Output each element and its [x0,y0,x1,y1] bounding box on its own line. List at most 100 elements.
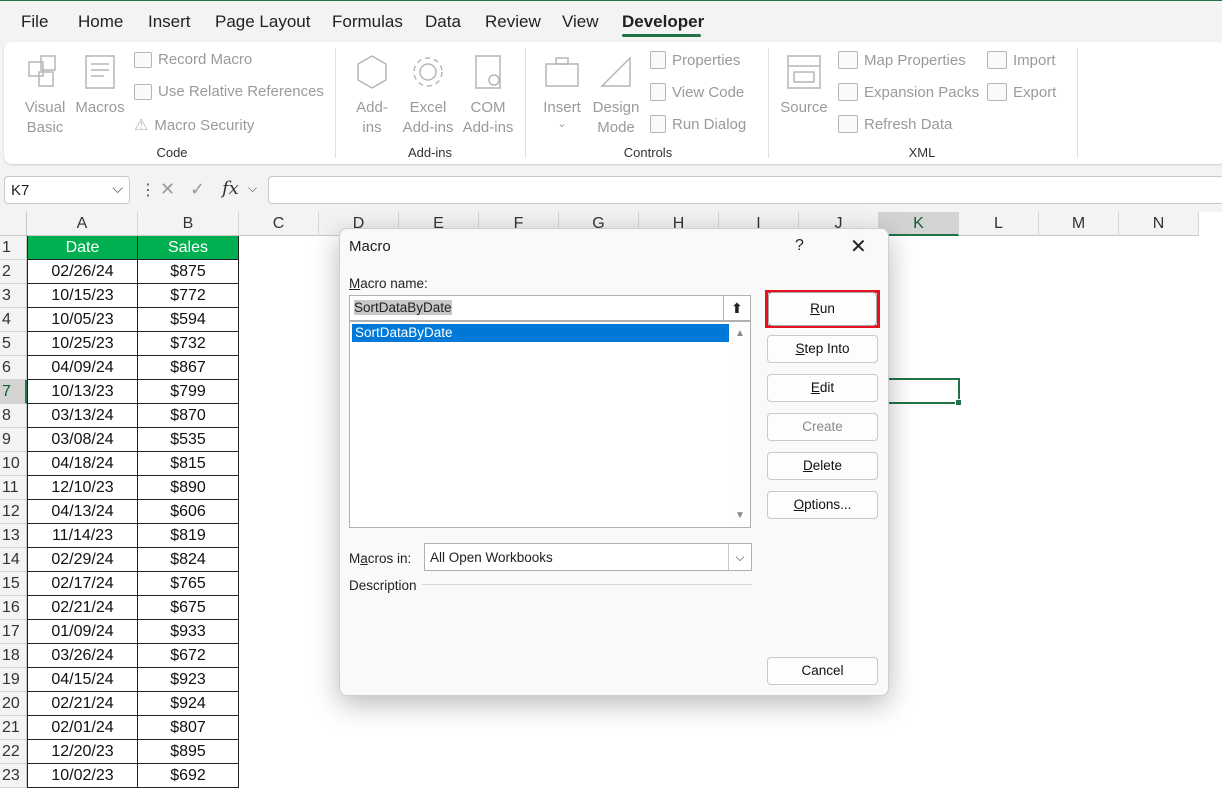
table-cell[interactable]: $675 [138,596,239,620]
table-cell[interactable]: 10/15/23 [27,284,138,308]
table-cell[interactable]: $672 [138,644,239,668]
table-cell[interactable]: 02/17/24 [27,572,138,596]
table-cell[interactable]: $824 [138,548,239,572]
row-header-7[interactable]: 7 [0,380,27,404]
table-cell[interactable]: $807 [138,716,239,740]
more-icon[interactable]: ⋮ [140,180,156,200]
edit-button[interactable]: Edit [767,374,878,402]
map-properties-button[interactable]: Map Properties [838,51,966,69]
header-cell[interactable]: Date [27,236,138,260]
import-button[interactable]: Import [987,51,1056,69]
row-header-13[interactable]: 13 [0,524,27,548]
export-button[interactable]: Export [987,83,1056,101]
row-header-6[interactable]: 6 [0,356,27,380]
list-item[interactable]: SortDataByDate [352,324,729,342]
header-cell[interactable]: Sales [138,236,239,260]
scrollbar[interactable]: ▲ ▼ [730,322,750,527]
table-cell[interactable]: $923 [138,668,239,692]
table-cell[interactable]: 10/02/23 [27,764,138,788]
table-cell[interactable]: 02/26/24 [27,260,138,284]
options-button[interactable]: Options... [767,491,878,519]
table-cell[interactable]: 03/26/24 [27,644,138,668]
row-header-23[interactable]: 23 [0,764,27,788]
properties-button[interactable]: Properties [650,51,740,69]
row-header-19[interactable]: 19 [0,668,27,692]
use-relative-references-button[interactable]: Use Relative References [134,83,324,100]
source-button[interactable]: Source [778,52,830,118]
table-cell[interactable]: $772 [138,284,239,308]
table-cell[interactable]: 01/09/24 [27,620,138,644]
expansion-packs-button[interactable]: Expansion Packs [838,83,979,101]
enter-icon[interactable]: ✓ [190,179,205,200]
row-header-16[interactable]: 16 [0,596,27,620]
table-cell[interactable]: $875 [138,260,239,284]
table-cell[interactable]: 10/05/23 [27,308,138,332]
table-cell[interactable]: 03/13/24 [27,404,138,428]
table-cell[interactable]: $535 [138,428,239,452]
active-cell-k7[interactable] [880,378,962,406]
table-cell[interactable]: $692 [138,764,239,788]
row-header-12[interactable]: 12 [0,500,27,524]
design-mode-button[interactable]: Design Mode [590,52,642,138]
table-cell[interactable]: 10/13/23 [27,380,138,404]
row-header-20[interactable]: 20 [0,692,27,716]
table-cell[interactable]: 04/15/24 [27,668,138,692]
tab-insert[interactable]: Insert [148,12,191,32]
insert-function-icon[interactable]: fx [222,178,239,199]
row-header-10[interactable]: 10 [0,452,27,476]
row-header-3[interactable]: 3 [0,284,27,308]
help-button[interactable]: ? [795,237,804,255]
table-cell[interactable]: 04/18/24 [27,452,138,476]
table-cell[interactable]: $732 [138,332,239,356]
run-dialog-button[interactable]: Run Dialog [650,115,746,133]
scroll-down-icon[interactable]: ▼ [735,510,745,521]
row-header-2[interactable]: 2 [0,260,27,284]
column-header-k[interactable]: K [879,212,959,236]
table-cell[interactable]: $819 [138,524,239,548]
table-cell[interactable]: $890 [138,476,239,500]
column-header-c[interactable]: C [239,212,319,236]
visual-basic-button[interactable]: Visual Basic [22,52,68,138]
tab-file[interactable]: File [21,12,48,32]
record-macro-button[interactable]: Record Macro [134,51,252,68]
refresh-data-button[interactable]: Refresh Data [838,115,952,133]
table-cell[interactable]: 02/29/24 [27,548,138,572]
upload-arrow-icon[interactable]: ⬆ [723,296,750,320]
chevron-down-icon[interactable]: ⌵ [728,544,751,570]
macro-list[interactable]: SortDataByDate ▲ ▼ [349,321,751,528]
column-header-n[interactable]: N [1119,212,1199,236]
close-button[interactable]: ✕ [850,234,867,259]
row-header-22[interactable]: 22 [0,740,27,764]
table-cell[interactable]: $594 [138,308,239,332]
macros-in-select[interactable]: All Open Workbooks ⌵ [424,543,752,571]
table-cell[interactable]: 02/21/24 [27,596,138,620]
table-cell[interactable]: 12/10/23 [27,476,138,500]
column-header-m[interactable]: M [1039,212,1119,236]
tab-data[interactable]: Data [425,12,461,32]
row-header-11[interactable]: 11 [0,476,27,500]
tab-review[interactable]: Review [485,12,541,32]
table-cell[interactable]: 02/01/24 [27,716,138,740]
table-cell[interactable]: $933 [138,620,239,644]
delete-button[interactable]: Delete [767,452,878,480]
macros-button[interactable]: Macros [74,52,126,118]
name-box[interactable]: K7 ⌵ [4,176,130,204]
table-cell[interactable]: 02/21/24 [27,692,138,716]
table-cell[interactable]: 03/08/24 [27,428,138,452]
table-cell[interactable]: 12/20/23 [27,740,138,764]
table-cell[interactable]: 04/09/24 [27,356,138,380]
column-header-b[interactable]: B [138,212,239,236]
tab-view[interactable]: View [562,12,599,32]
com-addins-button[interactable]: COM Add-ins [460,52,516,138]
chevron-down-icon[interactable]: ⌵ [112,180,123,197]
row-header-8[interactable]: 8 [0,404,27,428]
table-cell[interactable]: $867 [138,356,239,380]
row-header-4[interactable]: 4 [0,308,27,332]
addins-button[interactable]: Add- ins [350,52,394,138]
view-code-button[interactable]: View Code [650,83,744,101]
table-cell[interactable]: 10/25/23 [27,332,138,356]
step-into-button[interactable]: Step Into [767,335,878,363]
row-header-1[interactable]: 1 [0,236,27,260]
table-cell[interactable]: 11/14/23 [27,524,138,548]
row-header-9[interactable]: 9 [0,428,27,452]
